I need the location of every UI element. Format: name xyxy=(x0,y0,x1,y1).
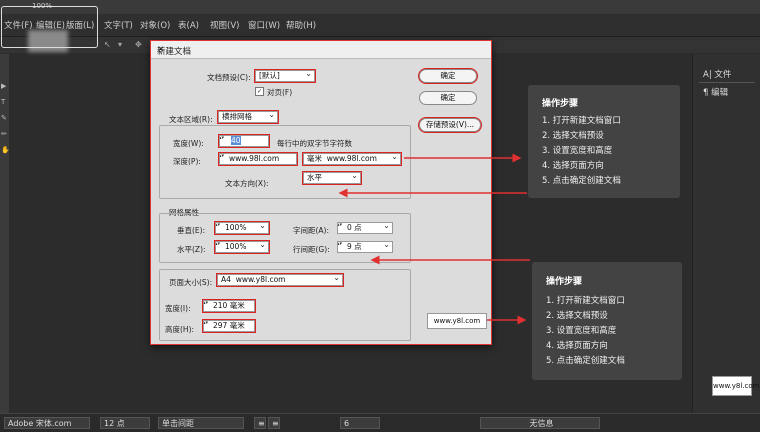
annotation-arrows xyxy=(338,153,530,325)
